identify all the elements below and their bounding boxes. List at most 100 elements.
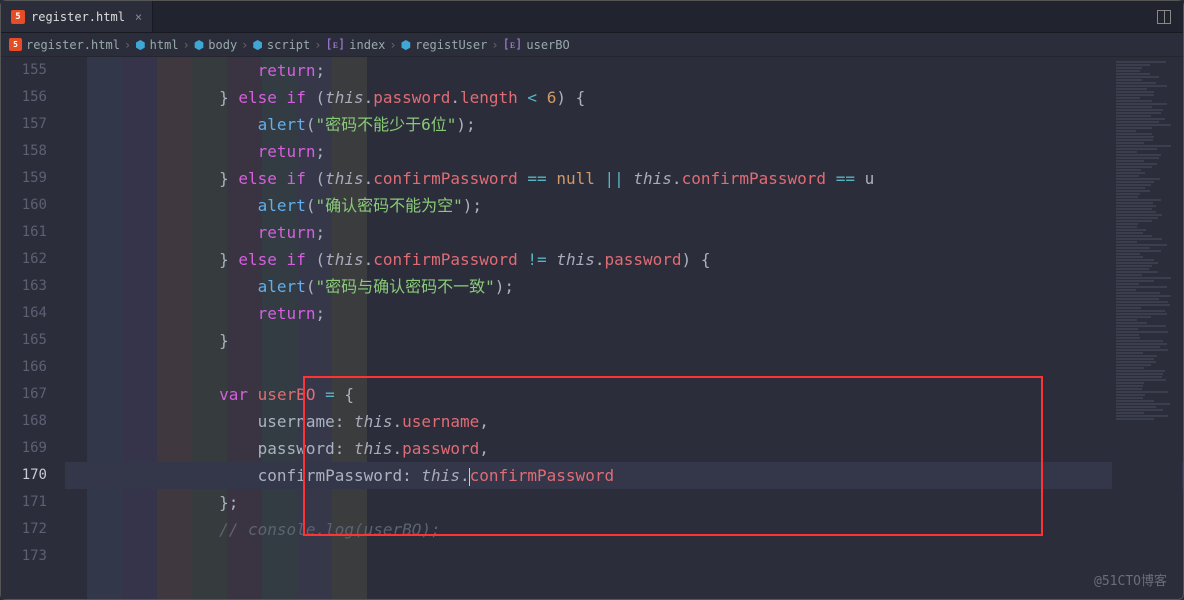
file-tab[interactable]: 5 register.html ×	[1, 1, 153, 32]
token: ,	[479, 412, 489, 431]
token: confirmPassword	[258, 466, 403, 485]
breadcrumb-label: registUser	[415, 38, 487, 52]
symbol-icon: [ᴇ]	[503, 37, 523, 52]
code-area: 1551561571581591601611621631641651661671…	[1, 57, 1183, 599]
token: return	[258, 142, 316, 161]
line-number[interactable]: 164	[1, 300, 47, 327]
breadcrumb-item[interactable]: [ᴇ]userBO	[503, 37, 570, 52]
line-number[interactable]: 157	[1, 111, 47, 138]
token: confirmPassword	[470, 466, 615, 485]
token: userBO	[258, 385, 316, 404]
breadcrumb-label: script	[267, 38, 310, 52]
token: this	[421, 466, 460, 485]
code-editor[interactable]: return; } else if (this.password.length …	[57, 57, 1183, 599]
module-icon: ⬢	[401, 38, 411, 52]
chevron-right-icon: ›	[314, 38, 321, 52]
code-line[interactable]: alert("密码与确认密码不一致");	[65, 273, 1183, 300]
code-line[interactable]: return;	[65, 300, 1183, 327]
token: );	[463, 196, 482, 215]
token: =	[325, 385, 335, 404]
code-line[interactable]	[65, 354, 1183, 381]
line-number[interactable]: 168	[1, 408, 47, 435]
token: else if	[238, 169, 305, 188]
token: ) {	[682, 250, 711, 269]
token	[624, 169, 634, 188]
breadcrumb-item[interactable]: [ᴇ]index	[325, 37, 385, 52]
token: else if	[238, 250, 305, 269]
token: alert	[258, 277, 306, 296]
token	[315, 385, 325, 404]
line-number[interactable]: 170	[1, 462, 47, 489]
code-line[interactable]: return;	[65, 138, 1183, 165]
module-icon: ⬢	[135, 38, 145, 52]
token: this	[556, 250, 595, 269]
token: return	[258, 223, 316, 242]
code-line[interactable]: password: this.password,	[65, 435, 1183, 462]
code-line[interactable]: confirmPassword: this.confirmPassword	[65, 462, 1183, 489]
code-line[interactable]: return;	[65, 57, 1183, 84]
token: this	[325, 250, 364, 269]
html5-icon: 5	[9, 38, 22, 51]
token: ) {	[556, 88, 585, 107]
token	[826, 169, 836, 188]
code-line[interactable]: }	[65, 327, 1183, 354]
code-line[interactable]: } else if (this.confirmPassword != this.…	[65, 246, 1183, 273]
token: .	[450, 88, 460, 107]
code-line[interactable]: } else if (this.password.length < 6) {	[65, 84, 1183, 111]
token: ;	[315, 61, 325, 80]
code-line[interactable]: alert("密码不能少于6位");	[65, 111, 1183, 138]
token: ==	[836, 169, 855, 188]
code-line[interactable]	[65, 543, 1183, 570]
line-number[interactable]: 171	[1, 489, 47, 516]
token: confirmPassword	[682, 169, 827, 188]
token: (	[306, 169, 325, 188]
code-line[interactable]: alert("确认密码不能为空");	[65, 192, 1183, 219]
line-number[interactable]: 173	[1, 543, 47, 570]
line-number[interactable]: 167	[1, 381, 47, 408]
code-line[interactable]: // console.log(userBO);	[65, 516, 1183, 543]
token: );	[456, 115, 475, 134]
split-editor-icon[interactable]	[1157, 10, 1171, 24]
line-number[interactable]: 158	[1, 138, 47, 165]
breadcrumb-item[interactable]: ⬢html	[135, 38, 178, 52]
minimap[interactable]	[1112, 57, 1182, 598]
line-number[interactable]: 160	[1, 192, 47, 219]
token: :	[402, 466, 421, 485]
close-icon[interactable]: ×	[135, 10, 142, 24]
line-number[interactable]: 155	[1, 57, 47, 84]
token: {	[335, 385, 354, 404]
token: ;	[315, 223, 325, 242]
token: confirmPassword	[373, 169, 518, 188]
code-line[interactable]: username: this.username,	[65, 408, 1183, 435]
line-number[interactable]: 161	[1, 219, 47, 246]
line-number[interactable]: 156	[1, 84, 47, 111]
breadcrumb: 5register.html›⬢html›⬢body›⬢script›[ᴇ]in…	[1, 33, 1183, 57]
token	[537, 88, 547, 107]
token: return	[258, 304, 316, 323]
code-line[interactable]: var userBO = {	[65, 381, 1183, 408]
token	[248, 385, 258, 404]
line-number[interactable]: 159	[1, 165, 47, 192]
code-line[interactable]: return;	[65, 219, 1183, 246]
line-number[interactable]: 165	[1, 327, 47, 354]
line-number[interactable]: 162	[1, 246, 47, 273]
breadcrumb-item[interactable]: 5register.html	[9, 38, 120, 52]
line-number[interactable]: 169	[1, 435, 47, 462]
line-number[interactable]: 172	[1, 516, 47, 543]
module-icon: ⬢	[194, 38, 204, 52]
token: alert	[258, 115, 306, 134]
breadcrumb-label: userBO	[526, 38, 569, 52]
breadcrumb-item[interactable]: ⬢script	[252, 38, 310, 52]
token: password	[604, 250, 681, 269]
breadcrumb-item[interactable]: ⬢ body	[194, 38, 237, 52]
token: password	[373, 88, 450, 107]
code-line[interactable]: } else if (this.confirmPassword == null …	[65, 165, 1183, 192]
line-number[interactable]: 166	[1, 354, 47, 381]
code-line[interactable]: };	[65, 489, 1183, 516]
token: username	[258, 412, 335, 431]
breadcrumb-item[interactable]: ⬢ registUser	[401, 38, 488, 52]
breadcrumb-label: index	[349, 38, 385, 52]
breadcrumb-label: body	[208, 38, 237, 52]
line-number[interactable]: 163	[1, 273, 47, 300]
token: :	[335, 412, 354, 431]
